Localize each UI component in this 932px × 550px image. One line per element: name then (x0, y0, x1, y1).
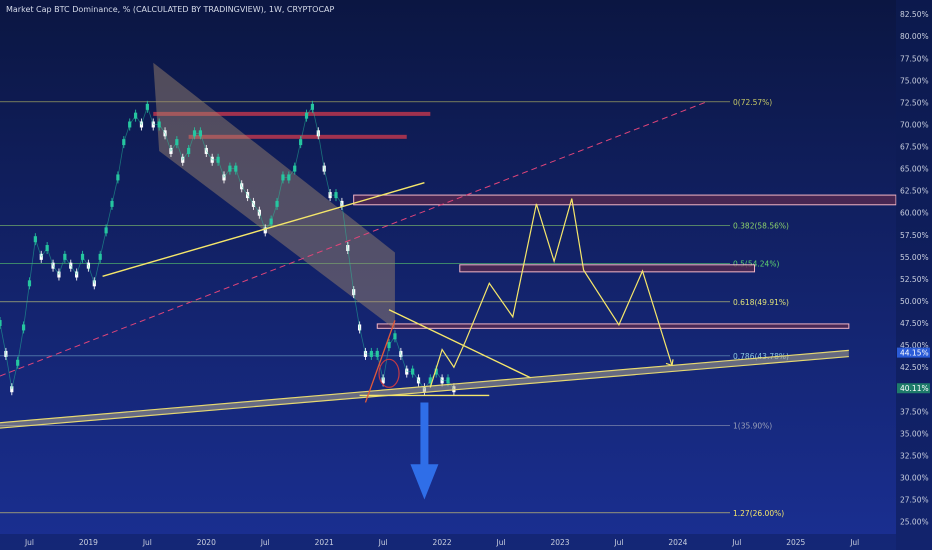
y-tick-label: 52.50% (900, 275, 929, 284)
x-tick-label: Jul (142, 538, 152, 547)
fib-level-label: 1(35.90%) (733, 421, 772, 430)
y-tick-label: 42.50% (900, 363, 929, 372)
x-tick-label: 2020 (197, 538, 216, 547)
fib-level-label: 0.382(58.56%) (733, 221, 789, 230)
x-tick-label: Jul (24, 538, 34, 547)
x-tick-label: Jul (378, 538, 388, 547)
y-tick-label: 55.00% (900, 253, 929, 262)
x-tick-label: 2021 (315, 538, 334, 547)
y-tick-label: 65.00% (900, 165, 929, 174)
y-tick-label: 47.50% (900, 319, 929, 328)
y-tick-label: 27.50% (900, 496, 929, 505)
y-tick-label: 50.00% (900, 297, 929, 306)
y-tick-label: 77.50% (900, 54, 929, 63)
y-tick-label: 30.00% (900, 473, 929, 482)
fib-level-label: 0.618(49.91%) (733, 298, 789, 307)
y-tick-label: 72.50% (900, 98, 929, 107)
y-tick-label: 62.50% (900, 187, 929, 196)
y-tick-label: 82.50% (900, 10, 929, 19)
y-tick-label: 80.00% (900, 32, 929, 41)
x-tick-label: 2025 (786, 538, 805, 547)
x-tick-label: Jul (496, 538, 506, 547)
x-tick-label: Jul (731, 538, 741, 547)
x-tick-label: Jul (260, 538, 270, 547)
y-tick-label: 70.00% (900, 120, 929, 129)
y-tick-label: 32.50% (900, 451, 929, 460)
chart-title: Market Cap BTC Dominance, % (CALCULATED … (6, 5, 335, 14)
y-tick-label: 35.00% (900, 429, 929, 438)
x-tick-label: 2023 (550, 538, 569, 547)
y-tick-label: 57.50% (900, 231, 929, 240)
chart-canvas[interactable]: 0(72.57%)0.382(58.56%)0.5(54.24%)0.618(4… (0, 0, 932, 550)
supply-zone[interactable] (459, 264, 756, 273)
y-tick-label: 75.00% (900, 76, 929, 85)
x-tick-label: Jul (849, 538, 859, 547)
x-tick-label: Jul (613, 538, 623, 547)
y-tick-label: 67.50% (900, 143, 929, 152)
y-tick-label: 25.00% (900, 518, 929, 527)
fib-level-label: 1.27(26.00%) (733, 509, 784, 518)
fib-level-label: 0(72.57%) (733, 98, 772, 107)
y-tick-label: 60.00% (900, 209, 929, 218)
x-tick-label: 2019 (79, 538, 98, 547)
supply-zone[interactable] (376, 323, 850, 329)
price-tag-label: 44.15% (900, 349, 929, 358)
price-tag-label: 40.11% (900, 384, 929, 393)
supply-zone[interactable] (353, 194, 897, 206)
x-tick-label: 2024 (668, 538, 687, 547)
x-tick-label: 2022 (433, 538, 452, 547)
y-tick-label: 37.50% (900, 407, 929, 416)
chart-background (0, 0, 932, 550)
tradingview-chart[interactable]: 0(72.57%) 0.382(58.56%) 0.5(54.24%) 0.618(4… (0, 0, 932, 550)
